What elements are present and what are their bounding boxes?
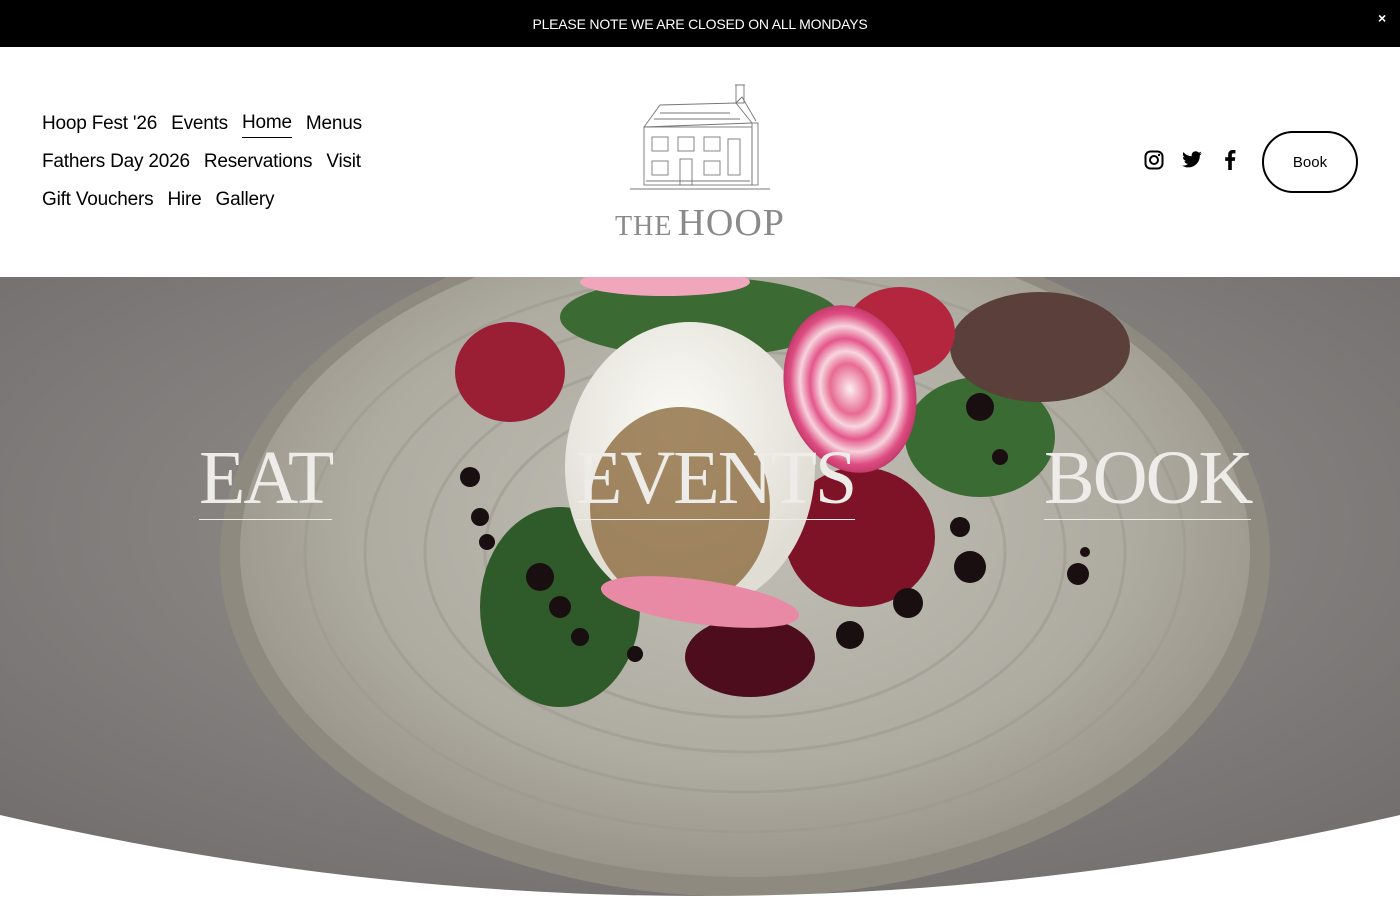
site-logo[interactable]: THE HOOP [600, 77, 800, 247]
nav-link-fathers-day[interactable]: Fathers Day 2026 [42, 147, 190, 177]
nav-link-home[interactable]: Home [241, 109, 292, 138]
nav-link-visit[interactable]: Visit [326, 147, 361, 177]
announcement-text: PLEASE NOTE WE ARE CLOSED ON ALL MONDAYS [532, 15, 868, 32]
nav-link-menus[interactable]: Menus [306, 109, 362, 139]
logo-the: THE [615, 211, 673, 242]
announcement-bar: PLEASE NOTE WE ARE CLOSED ON ALL MONDAYS… [0, 0, 1400, 47]
close-icon[interactable]: × [1378, 10, 1386, 26]
nav-row: Gift Vouchers Hire Gallery [42, 185, 382, 223]
section-divider-curve [0, 815, 1400, 900]
logo-hoop: HOOP [677, 202, 785, 244]
book-button[interactable]: Book [1262, 131, 1358, 193]
social-links [1142, 148, 1242, 172]
nav-row: Fathers Day 2026 Reservations Visit [42, 147, 382, 185]
nav-link-gallery[interactable]: Gallery [216, 185, 275, 215]
main-nav: Hoop Fest '26 Events Home Menus Fathers … [42, 109, 382, 223]
nav-link-hire[interactable]: Hire [167, 185, 201, 215]
twitter-icon[interactable] [1180, 148, 1204, 172]
nav-link-events[interactable]: Events [171, 109, 228, 139]
nav-row: Hoop Fest '26 Events Home Menus [42, 109, 382, 147]
nav-link-hoop-fest[interactable]: Hoop Fest '26 [42, 109, 157, 139]
instagram-icon[interactable] [1142, 148, 1166, 172]
logo-text: THE HOOP [600, 201, 800, 245]
pub-drawing-icon [630, 84, 770, 190]
facebook-icon[interactable] [1218, 148, 1242, 172]
site-header: Hoop Fest '26 Events Home Menus Fathers … [0, 47, 1400, 277]
nav-link-reservations[interactable]: Reservations [204, 147, 313, 177]
nav-link-gift-vouchers[interactable]: Gift Vouchers [42, 185, 154, 215]
hero-section: EAT EVENTS BOOK [0, 277, 1400, 900]
